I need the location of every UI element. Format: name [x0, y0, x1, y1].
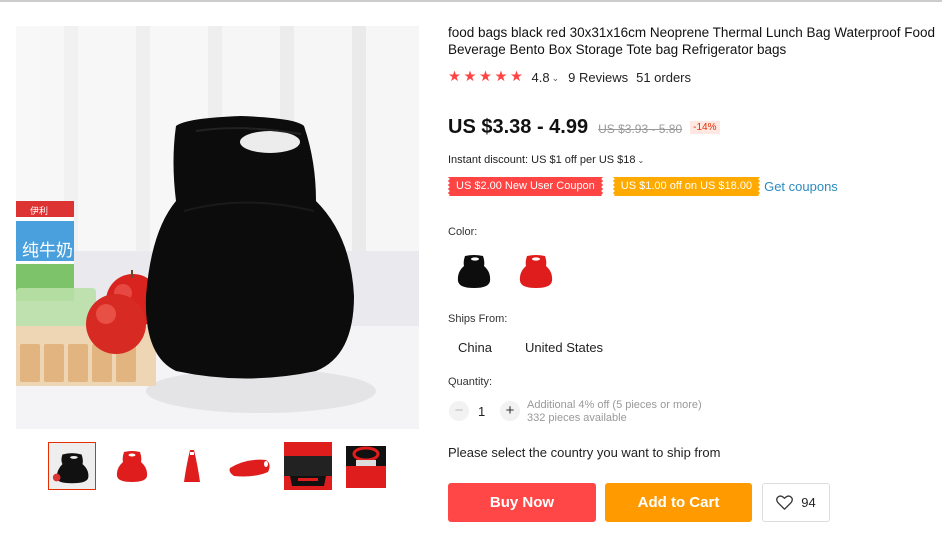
- milk-carton-graphic: 伊利 纯牛奶: [16, 201, 74, 301]
- thumbnail-black-bag[interactable]: [48, 442, 96, 490]
- original-price: US $3.93 - 5.80: [598, 122, 683, 136]
- wishlist-button[interactable]: 94: [762, 483, 830, 522]
- rating-row: ★ ★ ★ ★ ★ 4.8 ⌄ 9 Reviews 51 orders: [448, 68, 691, 86]
- orders-count: 51 orders: [636, 69, 692, 85]
- add-to-cart-button[interactable]: Add to Cart: [605, 483, 752, 522]
- ships-from-label: Ships From:: [448, 313, 508, 325]
- coupon-row: US $2.00 New User Coupon US $1.00 off on…: [446, 177, 838, 196]
- wishlist-count: 94: [801, 495, 816, 510]
- reviews-link[interactable]: 9 Reviews: [568, 70, 628, 85]
- svg-text:伊利: 伊利: [30, 205, 48, 217]
- thumbnail-red-bag-side[interactable]: [168, 442, 216, 490]
- quantity-decrease-button[interactable]: −: [449, 401, 469, 421]
- current-price: US $3.38 - 4.99: [448, 116, 589, 138]
- color-swatch-black[interactable]: [450, 248, 498, 296]
- new-user-coupon[interactable]: US $2.00 New User Coupon: [446, 177, 605, 196]
- thumbnail-red-bag-flat[interactable]: [226, 442, 274, 490]
- quantity-note: Additional 4% off (5 pieces or more) 332…: [527, 399, 702, 425]
- ship-from-united-states[interactable]: United States: [525, 340, 603, 355]
- color-swatch-red[interactable]: [512, 248, 560, 296]
- rating-value[interactable]: 4.8: [532, 70, 550, 85]
- get-coupons-link[interactable]: Get coupons: [764, 179, 838, 194]
- price-row: US $3.38 - 4.99 US $3.93 - 5.80 -14%: [448, 116, 720, 139]
- quantity-label: Quantity:: [448, 376, 493, 388]
- thumbnail-red-bag-handle[interactable]: [342, 442, 390, 490]
- buy-now-button[interactable]: Buy Now: [448, 483, 596, 522]
- ship-country-message: Please select the country you want to sh…: [448, 445, 721, 460]
- top-border: [0, 0, 942, 2]
- thumbnail-red-bag[interactable]: [108, 442, 156, 490]
- main-product-image[interactable]: 伊利 纯牛奶: [16, 26, 419, 429]
- star-icon: ★: [494, 69, 508, 85]
- heart-icon: [776, 495, 794, 510]
- chevron-down-icon[interactable]: ⌄: [552, 73, 560, 84]
- star-icon: ★: [463, 69, 477, 85]
- star-icon: ★: [510, 69, 523, 85]
- star-icon: ★: [448, 69, 461, 85]
- product-title: food bags black red 30x31x16cm Neoprene …: [448, 25, 936, 57]
- rating-stars: ★ ★ ★ ★ ★: [448, 69, 526, 85]
- star-icon: ★: [479, 69, 492, 85]
- bulk-discount-note: Additional 4% off (5 pieces or more): [527, 399, 702, 411]
- discount-badge: -14%: [690, 121, 720, 134]
- store-coupon[interactable]: US $1.00 off on US $18.00: [610, 177, 763, 196]
- stock-available: 332 pieces available: [527, 412, 627, 424]
- thumbnail-strip: [48, 442, 393, 490]
- ship-from-china[interactable]: China: [458, 340, 492, 355]
- instant-discount[interactable]: Instant discount: US $1 off per US $18 ⌄: [448, 154, 644, 166]
- color-label: Color:: [448, 226, 478, 238]
- thumbnail-red-bag-open[interactable]: [284, 442, 332, 490]
- svg-text:纯牛奶: 纯牛奶: [22, 241, 73, 261]
- chevron-down-icon[interactable]: ⌄: [638, 156, 645, 165]
- quantity-increase-button[interactable]: +: [500, 401, 520, 421]
- quantity-value[interactable]: 1: [478, 404, 485, 419]
- instant-discount-text: Instant discount: US $1 off per US $18: [448, 154, 636, 166]
